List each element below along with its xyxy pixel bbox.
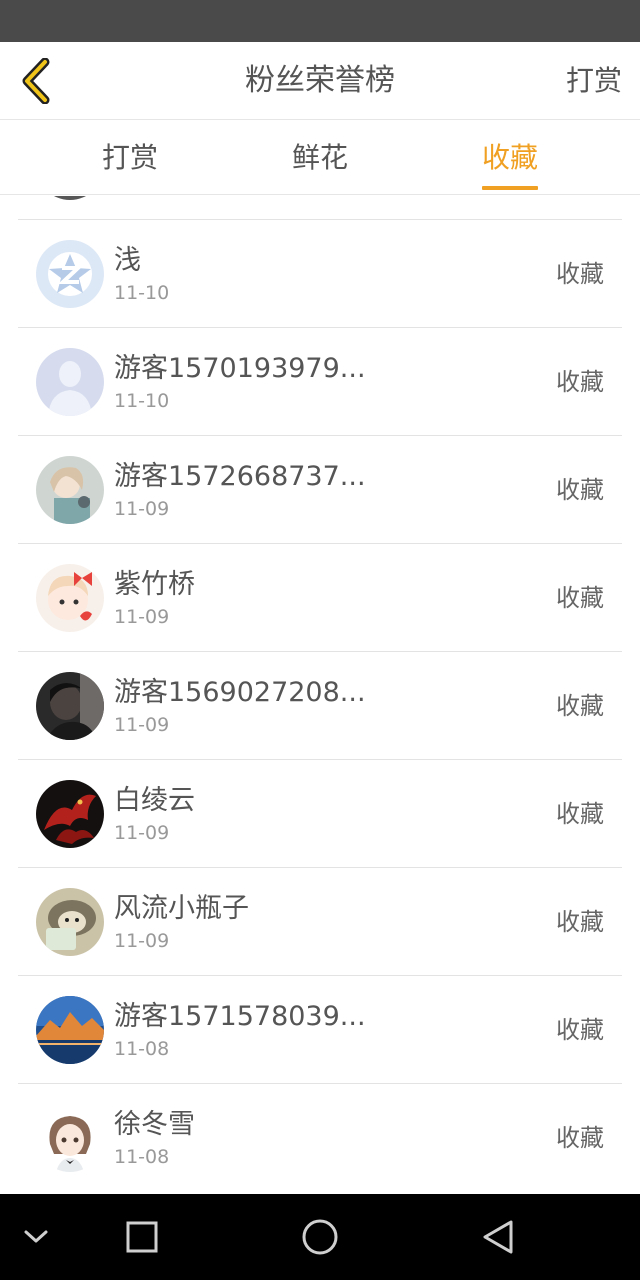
avatar [36, 196, 104, 200]
user-name: 游客1570193979... [114, 353, 366, 384]
cartoon-girl-bow-icon [36, 564, 104, 632]
user-name: 徐冬雪 [114, 1109, 195, 1140]
reward-button[interactable]: 打赏 [566, 42, 622, 120]
fan-list[interactable]: 浅 11-10 收藏 游客1570193979... 11-10 收藏 游客15… [0, 196, 640, 1194]
chevron-down-icon [24, 1230, 48, 1243]
recent-apps-icon [126, 1221, 158, 1253]
list-item[interactable]: 白绫云 11-09 收藏 [0, 760, 640, 868]
list-item[interactable]: 徐冬雪 11-08 收藏 [0, 1084, 640, 1192]
anime-girl-brown-hair-icon [36, 1104, 104, 1172]
date: 11-08 [114, 1146, 170, 1168]
action-label: 收藏 [556, 908, 604, 936]
user-name: 浅 [114, 245, 141, 276]
date: 11-09 [114, 714, 170, 736]
user-name: 游客1569027208... [114, 677, 366, 708]
date: 11-09 [114, 606, 170, 628]
list-item[interactable]: 游客1570193979... 11-10 收藏 [0, 328, 640, 436]
qq-default-avatar-icon [36, 240, 104, 308]
default-person-icon [36, 348, 104, 416]
recent-apps-button[interactable] [92, 1194, 192, 1280]
hide-keyboard-button[interactable] [0, 1194, 86, 1280]
back-triangle-icon [483, 1220, 513, 1254]
list-item[interactable]: 游客1571578039... 11-08 收藏 [0, 976, 640, 1084]
action-label: 收藏 [556, 476, 604, 504]
red-dragon-icon [36, 780, 104, 848]
avatar [36, 888, 104, 956]
user-name: 紫竹桥 [114, 569, 195, 600]
dark-photo-icon [36, 672, 104, 740]
list-item[interactable]: 游客1569027208... 11-09 收藏 [0, 652, 640, 760]
date: 11-08 [114, 1038, 170, 1060]
user-name: 风流小瓶子 [114, 893, 249, 924]
user-name: 游客1571578039... [114, 1001, 366, 1032]
action-label: 收藏 [556, 1016, 604, 1044]
date: 11-09 [114, 498, 170, 520]
navigation-bar [0, 1194, 640, 1280]
tab-flowers[interactable]: 鲜花 [250, 121, 390, 195]
date: 11-09 [114, 930, 170, 952]
action-label: 收藏 [556, 368, 604, 396]
status-bar [0, 0, 640, 42]
action-label: 收藏 [556, 1124, 604, 1152]
avatar [36, 1104, 104, 1172]
avatar [36, 672, 104, 740]
list-item[interactable]: 风流小瓶子 11-09 收藏 [0, 868, 640, 976]
avatar [36, 348, 104, 416]
user-name: 白绫云 [114, 785, 195, 816]
avatar [36, 996, 104, 1064]
landscape-icon [36, 996, 104, 1064]
tab-favorites[interactable]: 收藏 [440, 121, 580, 195]
list-item[interactable]: 浅 11-10 收藏 [0, 220, 640, 328]
home-icon [302, 1219, 338, 1255]
home-button[interactable] [270, 1194, 370, 1280]
tab-bar: 打赏 鲜花 收藏 [0, 121, 640, 195]
active-tab-indicator [482, 186, 538, 190]
action-label: 收藏 [556, 584, 604, 612]
date: 11-10 [114, 282, 170, 304]
list-item[interactable]: 游客1572668737... 11-09 收藏 [0, 436, 640, 544]
user-name: 游客1572668737... [114, 461, 366, 492]
avatar [36, 564, 104, 632]
action-label: 收藏 [556, 692, 604, 720]
date: 11-09 [114, 822, 170, 844]
tab-reward[interactable]: 打赏 [60, 121, 200, 195]
avatar [36, 780, 104, 848]
back-nav-button[interactable] [448, 1194, 548, 1280]
hedgehog-icon [36, 888, 104, 956]
header: 粉丝荣誉榜 打赏 [0, 42, 640, 120]
list-item[interactable]: 紫竹桥 11-09 收藏 [0, 544, 640, 652]
avatar [36, 240, 104, 308]
date: 11-10 [114, 390, 170, 412]
action-label: 收藏 [556, 260, 604, 288]
action-label: 收藏 [556, 800, 604, 828]
page-title: 粉丝荣誉榜 [245, 63, 395, 98]
anime-girl-icon [36, 456, 104, 524]
avatar [36, 456, 104, 524]
